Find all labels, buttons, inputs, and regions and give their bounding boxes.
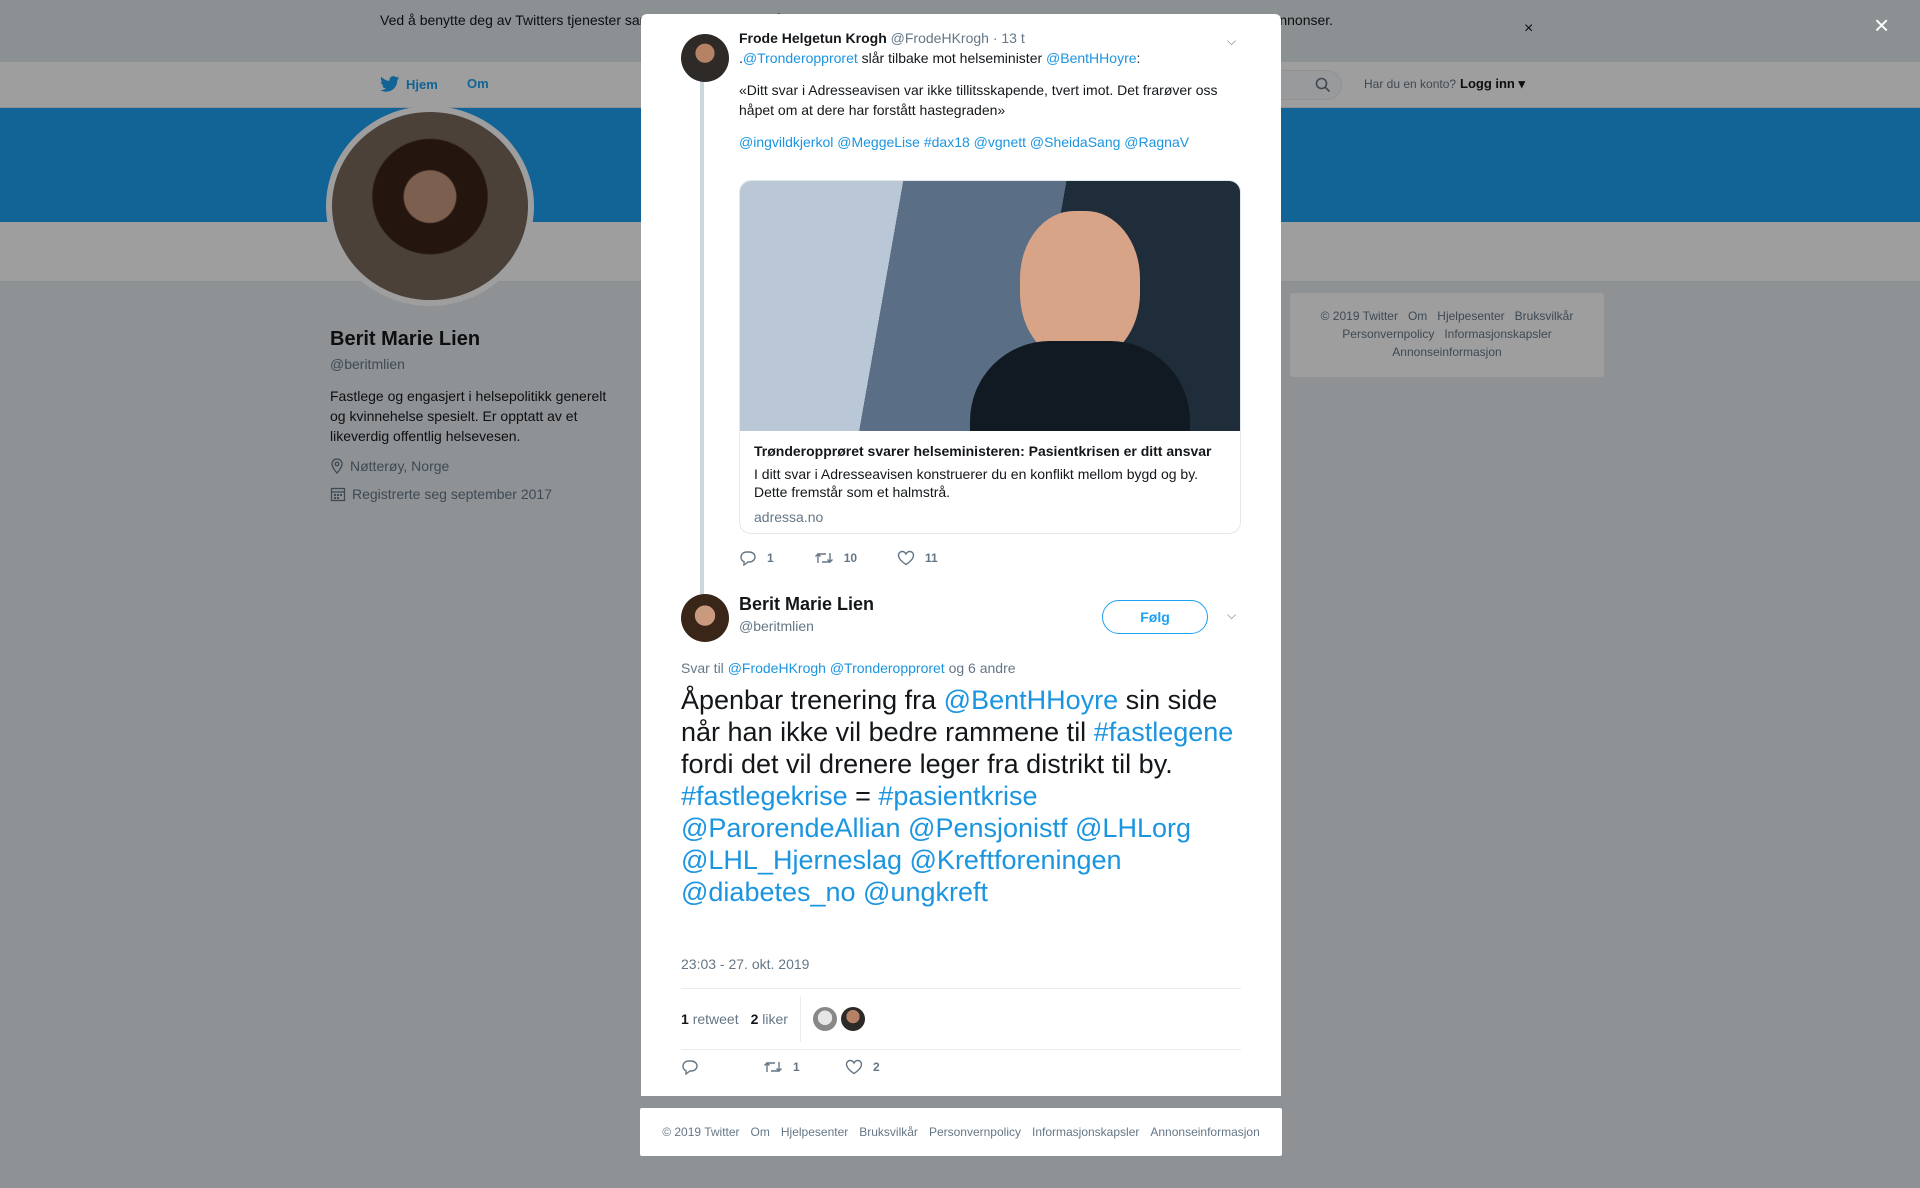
modal-footer: © 2019 Twitter Om Hjelpesenter Bruksvilk… bbox=[640, 1108, 1282, 1156]
parent-tweet-text: .@Tronderopproret slår tilbake mot helse… bbox=[739, 48, 1239, 152]
hashtag-link[interactable]: #fastlegekrise bbox=[681, 781, 848, 811]
like-stat[interactable]: 2 liker bbox=[751, 1011, 788, 1027]
retweet-stat[interactable]: 1 retweet bbox=[681, 1011, 739, 1027]
parent-tweet-quote: «Ditt svar i Adresseavisen var ikke till… bbox=[739, 82, 1218, 118]
retweet-button[interactable]: 10 bbox=[814, 550, 857, 566]
tweet-timestamp[interactable]: 23:03 - 27. okt. 2019 bbox=[681, 956, 809, 972]
retweet-count: 10 bbox=[843, 551, 858, 565]
parent-tweet-text-suffix: : bbox=[1136, 50, 1141, 66]
reply-button[interactable] bbox=[681, 1059, 763, 1075]
tweet-text-part: = bbox=[847, 781, 879, 811]
link-preview-image bbox=[740, 181, 1240, 431]
tweet-text-part: Åpenbar trenering fra bbox=[681, 685, 944, 715]
footer-link-privacy[interactable]: Personvernpolicy bbox=[929, 1125, 1021, 1139]
tweet-actions: 1 2 bbox=[681, 1059, 927, 1075]
like-count: 11 bbox=[925, 551, 938, 565]
footer-link-about[interactable]: Om bbox=[751, 1125, 770, 1139]
liker-avatar[interactable] bbox=[840, 1007, 865, 1031]
thread-connector bbox=[700, 74, 704, 604]
link-preview-description: I ditt svar i Adresseavisen konstruerer … bbox=[754, 466, 1199, 500]
like-button[interactable]: 11 bbox=[897, 550, 938, 566]
parent-tweet-header: Frode Helgetun Krogh @FrodeHKrogh · 13 t bbox=[739, 30, 1025, 46]
liker-avatar[interactable] bbox=[812, 1007, 837, 1031]
reply-user-link[interactable]: @Tronderopproret bbox=[830, 660, 945, 676]
parent-tweet-author-handle[interactable]: @FrodeHKrogh bbox=[891, 30, 989, 46]
like-count: 2 bbox=[873, 1060, 880, 1074]
heart-icon bbox=[845, 1059, 863, 1075]
reply-prefix: Svar til bbox=[681, 660, 728, 676]
hashtag-link[interactable]: #pasientkrise bbox=[878, 781, 1037, 811]
like-stat-label: liker bbox=[762, 1011, 788, 1027]
mention-link[interactable]: @Tronderopproret bbox=[743, 50, 858, 66]
parent-tweet-avatar[interactable] bbox=[681, 34, 729, 82]
parent-tweet-author-name[interactable]: Frode Helgetun Krogh bbox=[739, 30, 887, 46]
parent-tweet-actions: 1 10 11 bbox=[739, 550, 938, 566]
mention-list[interactable]: @ParorendeAllian @Pensjonistf @LHLorg @L… bbox=[681, 813, 1191, 907]
reply-button[interactable]: 1 bbox=[739, 550, 774, 566]
chevron-down-icon[interactable]: ⌵ bbox=[1227, 34, 1236, 49]
mention-link[interactable]: @BentHHoyre bbox=[944, 685, 1118, 715]
parent-tweet-timestamp[interactable]: · 13 t bbox=[993, 30, 1025, 46]
retweet-icon bbox=[764, 1062, 782, 1072]
tweet-author-avatar[interactable] bbox=[681, 594, 729, 642]
close-icon[interactable]: × bbox=[1874, 12, 1889, 38]
tweet-author-handle[interactable]: @beritmlien bbox=[739, 618, 814, 634]
retweet-icon bbox=[814, 553, 833, 563]
heart-icon bbox=[897, 550, 915, 566]
tweet-modal: Frode Helgetun Krogh @FrodeHKrogh · 13 t… bbox=[641, 14, 1281, 1096]
reply-context: Svar til @FrodeHKrogh @Tronderopproret o… bbox=[681, 660, 1016, 676]
footer-link-terms[interactable]: Bruksvilkår bbox=[859, 1125, 918, 1139]
like-stat-count: 2 bbox=[750, 1011, 759, 1027]
footer-link-ads[interactable]: Annonseinformasjon bbox=[1150, 1125, 1259, 1139]
footer-link-copyright: © 2019 Twitter bbox=[662, 1125, 740, 1139]
follow-button[interactable]: Følg bbox=[1102, 600, 1208, 634]
hashtag-link[interactable]: #fastlegene bbox=[1094, 717, 1234, 747]
reply-others-link[interactable]: og 6 andre bbox=[945, 660, 1016, 676]
reply-icon bbox=[740, 551, 756, 566]
link-preview-title: Trønderopprøret svarer helseministeren: … bbox=[754, 443, 1212, 459]
reply-icon bbox=[682, 1060, 698, 1075]
parent-tweet-tags[interactable]: @ingvildkjerkol @MeggeLise #dax18 @vgnet… bbox=[739, 132, 1239, 152]
link-preview-domain: adressa.no bbox=[754, 509, 824, 525]
reply-user-link[interactable]: @FrodeHKrogh bbox=[728, 660, 826, 676]
tweet-text-part: fordi det vil drenere leger fra distrikt… bbox=[681, 749, 1173, 779]
link-preview-card[interactable]: Trønderopprøret svarer helseministeren: … bbox=[739, 180, 1241, 534]
retweet-stat-label: retweet bbox=[692, 1011, 739, 1027]
retweet-stat-count: 1 bbox=[681, 1011, 689, 1027]
mention-link[interactable]: @BentHHoyre bbox=[1046, 50, 1136, 66]
tweet-author-name[interactable]: Berit Marie Lien bbox=[739, 594, 874, 615]
retweet-button[interactable]: 1 bbox=[763, 1059, 845, 1075]
footer-link-help[interactable]: Hjelpesenter bbox=[781, 1125, 848, 1139]
parent-tweet-text-mid: slår tilbake mot helseminister bbox=[857, 50, 1047, 66]
like-button[interactable]: 2 bbox=[845, 1059, 927, 1075]
footer-link-cookies[interactable]: Informasjonskapsler bbox=[1032, 1125, 1139, 1139]
stats-divider bbox=[799, 996, 801, 1042]
chevron-down-icon[interactable]: ⌵ bbox=[1227, 608, 1236, 623]
retweet-count: 1 bbox=[793, 1060, 800, 1074]
tweet-stats: 1 retweet 2 liker bbox=[681, 988, 1241, 1050]
tweet-text: Åpenbar trenering fra @BentHHoyre sin si… bbox=[681, 684, 1247, 908]
reply-count: 1 bbox=[767, 551, 774, 565]
